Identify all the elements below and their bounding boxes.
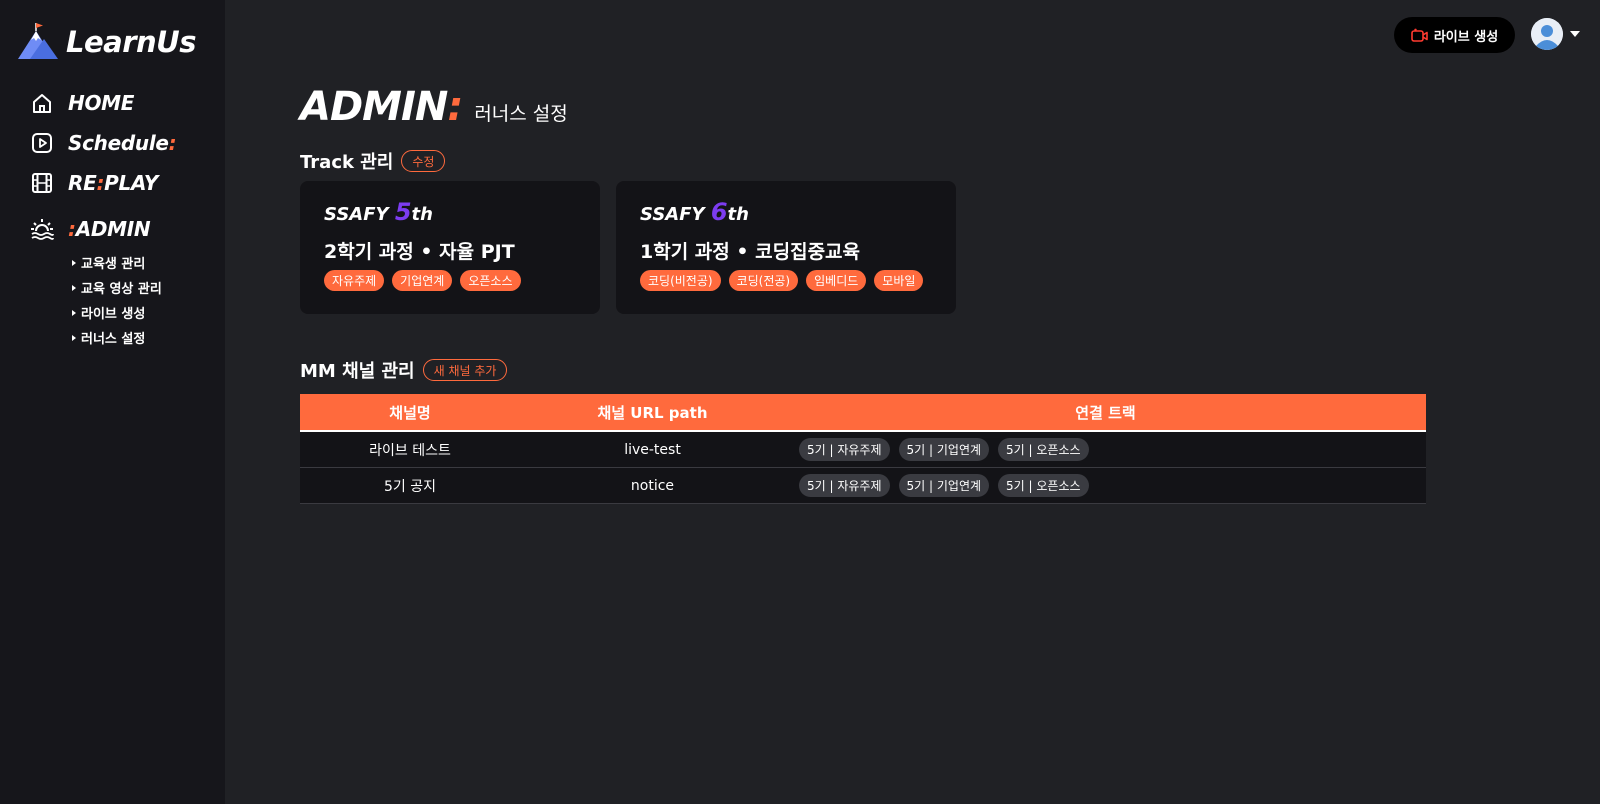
url-path-cell: live-test (624, 441, 681, 458)
track-tag: 코딩(전공) (728, 270, 799, 291)
video-camera-icon (1411, 28, 1428, 42)
track-chip: 5기 | 기업연계 (898, 474, 990, 497)
home-icon (30, 91, 54, 115)
linked-tracks-cell: 5기 | 자유주제 5기 | 기업연계 5기 | 오픈소스 (785, 438, 1426, 461)
nav-item-home[interactable]: HOME (30, 89, 134, 117)
table-header: 채널명 채널 URL path 연결 트랙 (300, 394, 1426, 432)
linked-tracks-cell: 5기 | 자유주제 5기 | 기업연계 5기 | 오픈소스 (785, 474, 1426, 497)
track-card[interactable]: SSAFY 5th 2학기 과정 • 자율 PJT 자유주제 기업연계 오픈소스 (300, 181, 600, 314)
sub-item-live-create[interactable]: 라이브 생성 (72, 300, 162, 325)
mountain-logo-icon (18, 23, 58, 59)
track-edit-button[interactable]: 수정 (401, 150, 446, 172)
track-chip: 5기 | 기업연계 (898, 438, 990, 461)
sub-item-learnus-settings[interactable]: 러너스 설정 (72, 325, 162, 350)
sidebar: LearnUs HOME Schedule: RE:PLAY :ADMIN 교육… (0, 0, 225, 804)
url-path-cell: notice (630, 477, 675, 494)
logo[interactable]: LearnUs (16, 22, 196, 62)
film-icon (30, 171, 54, 195)
track-tags: 자유주제 기업연계 오픈소스 (324, 270, 529, 291)
track-tag: 모바일 (874, 270, 924, 291)
user-avatar-icon (1531, 18, 1563, 50)
channel-table: 채널명 채널 URL path 연결 트랙 라이브 테스트 live-test … (300, 394, 1426, 504)
track-tag: 오픈소스 (460, 270, 521, 291)
sub-item-video-management[interactable]: 교육 영상 관리 (72, 275, 162, 300)
track-tags: 코딩(비전공) 코딩(전공) 임베디드 모바일 (640, 270, 931, 291)
channel-name-cell: 5기 공지 (384, 478, 436, 495)
table-row[interactable]: 라이브 테스트 live-test 5기 | 자유주제 5기 | 기업연계 5기… (300, 432, 1426, 468)
track-generation: SSAFY 6th (640, 198, 749, 226)
chevron-down-icon[interactable] (1570, 31, 1580, 37)
track-chip: 5기 | 자유주제 (799, 474, 890, 497)
nav-item-admin[interactable]: :ADMIN (30, 215, 151, 243)
caret-right-icon (72, 284, 76, 291)
nav-label-replay: RE:PLAY (68, 171, 159, 195)
track-chip: 5기 | 오픈소스 (998, 474, 1089, 497)
sunrise-icon (30, 217, 54, 241)
channel-name-cell: 라이브 테스트 (369, 442, 451, 459)
track-tag: 기업연계 (392, 270, 453, 291)
brand-name: LearnUs (66, 25, 196, 59)
nav-label-admin: :ADMIN (68, 217, 151, 241)
page-title: ADMIN: 러너스 설정 (300, 84, 568, 130)
add-channel-button[interactable]: 새 채널 추가 (422, 359, 508, 381)
play-box-icon (30, 131, 54, 155)
page-subtitle: 러너스 설정 (474, 103, 568, 125)
caret-right-icon (72, 259, 76, 266)
caret-right-icon (72, 309, 76, 316)
track-course: 2학기 과정 • 자율 PJT (324, 241, 515, 263)
track-tag: 자유주제 (324, 270, 385, 291)
caret-right-icon (72, 334, 76, 341)
track-tag: 코딩(비전공) (640, 270, 721, 291)
track-card[interactable]: SSAFY 6th 1학기 과정 • 코딩집중교육 코딩(비전공) 코딩(전공)… (616, 181, 956, 314)
sub-item-student-management[interactable]: 교육생 관리 (72, 250, 162, 275)
track-chip: 5기 | 자유주제 (799, 438, 890, 461)
channel-section-title: MM 채널 관리 새 채널 추가 (300, 357, 508, 383)
column-header-channel-name: 채널명 (389, 403, 431, 422)
column-header-linked-tracks: 연결 트랙 (1075, 403, 1136, 422)
avatar[interactable] (1531, 18, 1563, 50)
track-tag: 임베디드 (806, 270, 867, 291)
track-generation: SSAFY 5th (324, 198, 433, 226)
nav-label-home: HOME (68, 91, 135, 115)
nav-item-replay[interactable]: RE:PLAY (30, 169, 158, 197)
track-chip: 5기 | 오픈소스 (998, 438, 1089, 461)
track-course: 1학기 과정 • 코딩집중교육 (640, 241, 861, 263)
table-row[interactable]: 5기 공지 notice 5기 | 자유주제 5기 | 기업연계 5기 | 오픈… (300, 468, 1426, 504)
nav-item-schedule[interactable]: Schedule: (30, 129, 177, 157)
admin-sub-menu: 교육생 관리 교육 영상 관리 라이브 생성 러너스 설정 (72, 250, 162, 350)
track-section-title: Track 관리 수정 (300, 148, 446, 174)
nav-label-schedule: Schedule: (68, 131, 177, 155)
live-create-button[interactable]: 라이브 생성 (1394, 17, 1515, 53)
column-header-url-path: 채널 URL path (597, 403, 708, 422)
